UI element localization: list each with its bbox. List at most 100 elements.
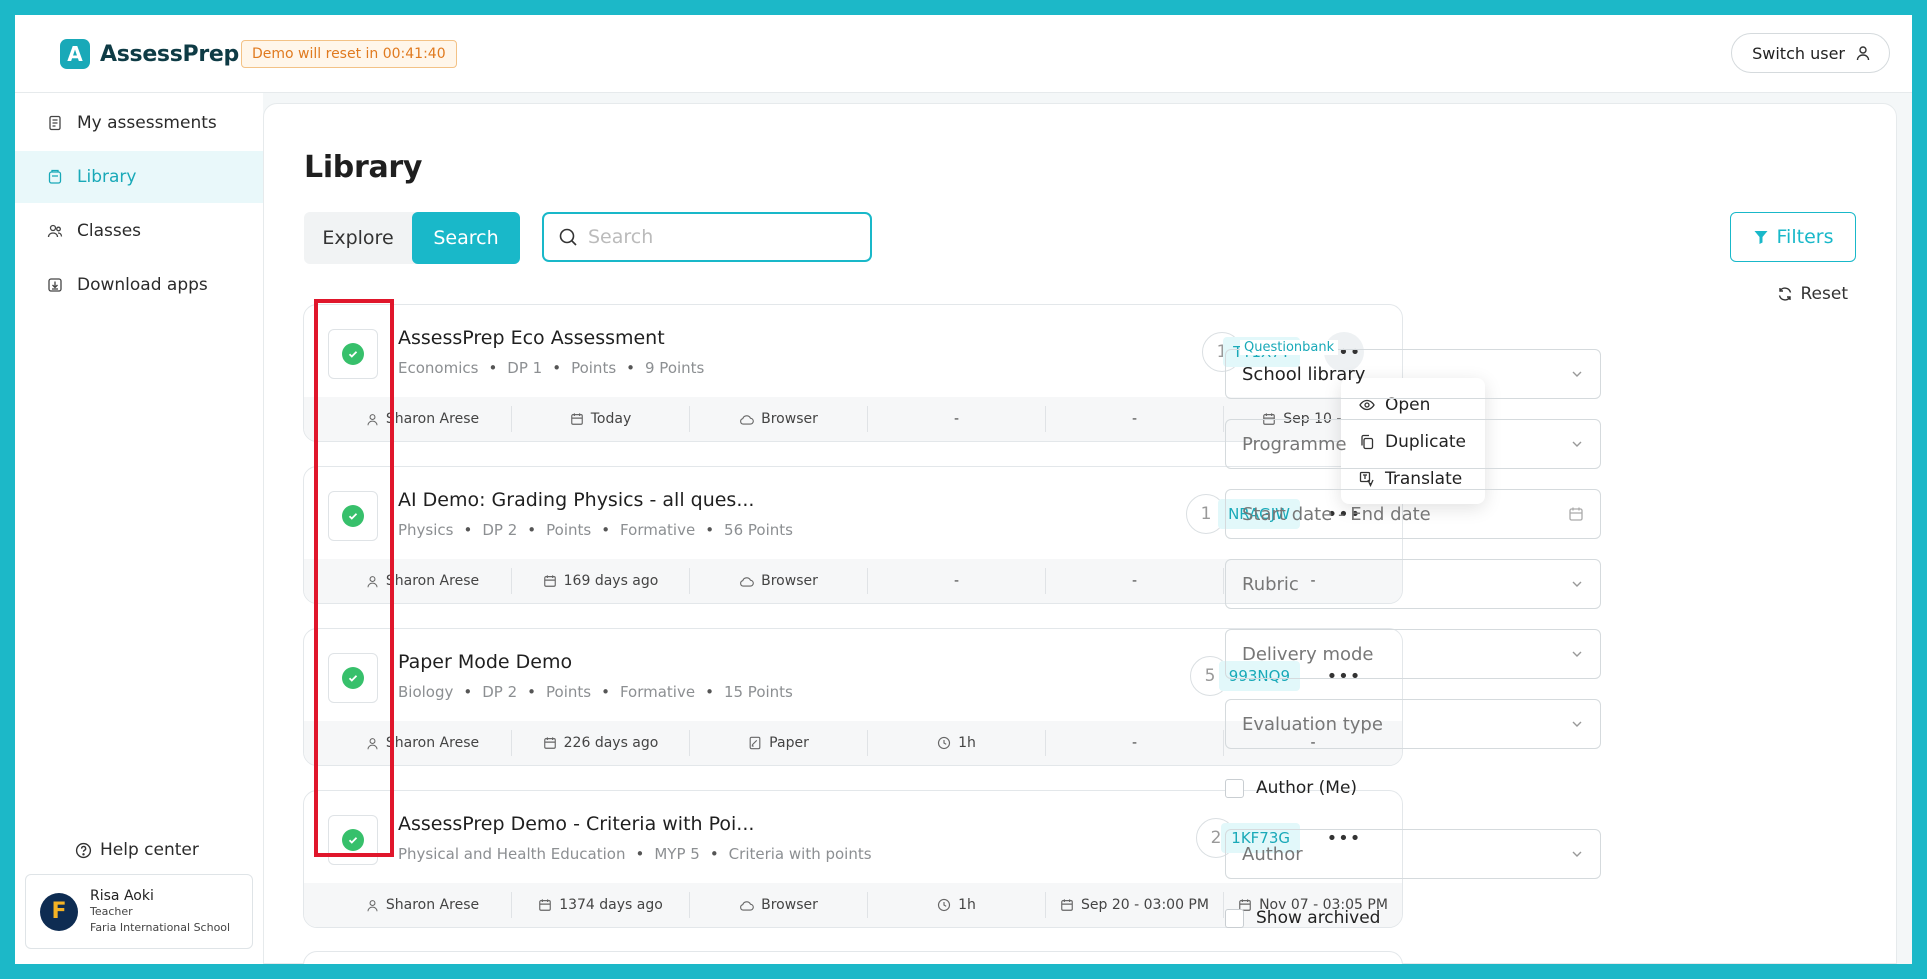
user-name: Risa Aoki <box>90 887 154 904</box>
logo-icon: A <box>60 39 90 69</box>
sidebar: My assessments Library Classes Download … <box>15 93 263 964</box>
calendar-icon <box>539 899 552 911</box>
meta-type: Formative <box>620 521 696 539</box>
meta-points: 56 Points <box>724 521 793 539</box>
refresh-icon <box>1778 287 1791 301</box>
show-archived-checkbox[interactable]: Show archived <box>1225 908 1380 928</box>
assessment-title[interactable]: AssessPrep Demo - Criteria with Poi... <box>398 813 754 835</box>
footer-mode: Browser <box>690 892 868 918</box>
sidebar-item-label: Library <box>77 167 137 187</box>
search-box <box>542 212 872 262</box>
switch-user-button[interactable]: Switch user <box>1731 33 1890 73</box>
programme-placeholder: Programme <box>1242 433 1347 455</box>
chevron-down-icon <box>1572 371 1582 377</box>
sidebar-item-my-assessments[interactable]: My assessments <box>15 97 263 149</box>
search-input[interactable] <box>588 226 848 248</box>
footer-start: - <box>1046 730 1224 756</box>
meta-grading: Points <box>546 683 592 701</box>
switch-user-label: Switch user <box>1752 43 1845 63</box>
chevron-down-icon <box>1572 441 1582 447</box>
meta-grading: Points <box>571 359 617 377</box>
meta-points: 9 Points <box>645 359 705 377</box>
page-title: Library <box>304 150 423 185</box>
cloud-icon <box>740 576 754 587</box>
user-icon <box>367 899 378 911</box>
rubric-select[interactable]: Rubric <box>1225 559 1601 609</box>
footer-duration: - <box>868 406 1046 432</box>
filters-button[interactable]: Filters <box>1730 212 1856 262</box>
chevron-down-icon <box>1572 581 1582 587</box>
sidebar-item-label: Classes <box>77 221 142 241</box>
top-header: A AssessPrep Demo will reset in 00:41:40… <box>15 15 1912 93</box>
questionbank-select[interactable]: Questionbank School library <box>1225 340 1601 399</box>
meta-subject: Physical and Health Education <box>398 845 626 863</box>
selection-highlight-box <box>314 299 394 857</box>
assessment-card-partial[interactable] <box>303 951 1403 964</box>
author-placeholder: Author <box>1242 843 1303 865</box>
user-icon <box>1856 46 1870 61</box>
checkbox-box[interactable] <box>1225 778 1244 798</box>
questionbank-value: School library <box>1242 363 1366 385</box>
assessment-title[interactable]: AI Demo: Grading Physics - all ques... <box>398 489 754 511</box>
footer-updated: Today <box>512 406 690 432</box>
author-me-label: Author (Me) <box>1256 778 1358 798</box>
brand-logo[interactable]: A AssessPrep <box>60 39 239 69</box>
calendar-icon <box>543 575 556 587</box>
meta-grading: Criteria with points <box>728 845 872 863</box>
users-icon <box>47 224 63 238</box>
author-select[interactable]: Author <box>1225 829 1601 879</box>
user-profile-card[interactable]: F Risa Aoki Teacher Faria International … <box>25 874 253 949</box>
footer-mode: Paper <box>690 730 868 756</box>
chevron-down-icon <box>1572 851 1582 857</box>
paper-icon <box>749 736 761 750</box>
evaluation-type-placeholder: Evaluation type <box>1242 713 1383 735</box>
meta-grading: Points <box>546 521 592 539</box>
author-me-checkbox[interactable]: Author (Me) <box>1225 778 1357 798</box>
download-icon <box>48 278 62 292</box>
library-icon <box>48 169 62 184</box>
calendar-icon <box>543 737 556 749</box>
filters-label: Filters <box>1776 226 1834 248</box>
footer-start: Sep 20 - 03:00 PM <box>1046 892 1224 918</box>
delivery-mode-placeholder: Delivery mode <box>1242 643 1374 665</box>
reset-button[interactable]: Reset <box>1777 284 1848 304</box>
tab-search[interactable]: Search <box>412 212 520 264</box>
assessment-meta: Economics • DP 1 • Points • 9 Points <box>398 359 705 377</box>
filter-icon <box>1754 231 1768 244</box>
help-center-link[interactable]: Help center <box>75 840 199 860</box>
clock-icon <box>938 898 951 912</box>
footer-duration: 1h <box>868 730 1046 756</box>
help-center-label: Help center <box>100 840 199 860</box>
sidebar-item-label: My assessments <box>77 113 217 133</box>
programme-select[interactable]: Programme <box>1225 419 1601 469</box>
calendar-icon <box>1569 507 1583 521</box>
meta-points: 15 Points <box>723 683 793 701</box>
footer-author: Sharon Arese <box>334 892 512 918</box>
questionbank-label: Questionbank <box>1240 340 1339 355</box>
user-school: Faria International School <box>90 920 231 934</box>
evaluation-type-select[interactable]: Evaluation type <box>1225 699 1601 749</box>
assessment-meta: Physics • DP 2 • Points • Formative • 56 Points <box>398 521 793 539</box>
tab-explore[interactable]: Explore <box>304 212 412 264</box>
meta-subject: Physics <box>398 521 454 539</box>
sidebar-item-download-apps[interactable]: Download apps <box>15 259 263 311</box>
meta-subject: Biology <box>398 683 454 701</box>
checkbox-box[interactable] <box>1225 908 1244 928</box>
delivery-mode-select[interactable]: Delivery mode <box>1225 629 1601 679</box>
app-window: A AssessPrep Demo will reset in 00:41:40… <box>15 15 1912 964</box>
date-range-picker[interactable]: Start date - End date <box>1225 489 1601 539</box>
meta-grade: MYP 5 <box>654 845 700 863</box>
meta-grade: DP 2 <box>482 521 518 539</box>
sidebar-item-classes[interactable]: Classes <box>15 205 263 257</box>
sidebar-item-library[interactable]: Library <box>15 151 263 203</box>
assessment-title[interactable]: Paper Mode Demo <box>398 651 572 673</box>
rubric-placeholder: Rubric <box>1242 573 1299 595</box>
menu-item-label: Translate <box>1385 468 1463 489</box>
library-mode-tabs: Explore Search <box>304 212 520 264</box>
demo-reset-badge: Demo will reset in 00:41:40 <box>241 40 457 68</box>
assessment-title[interactable]: AssessPrep Eco Assessment <box>398 327 665 349</box>
document-icon <box>49 115 61 131</box>
footer-updated: 226 days ago <box>512 730 690 756</box>
meta-type: Formative <box>619 683 696 701</box>
help-icon <box>75 842 92 858</box>
